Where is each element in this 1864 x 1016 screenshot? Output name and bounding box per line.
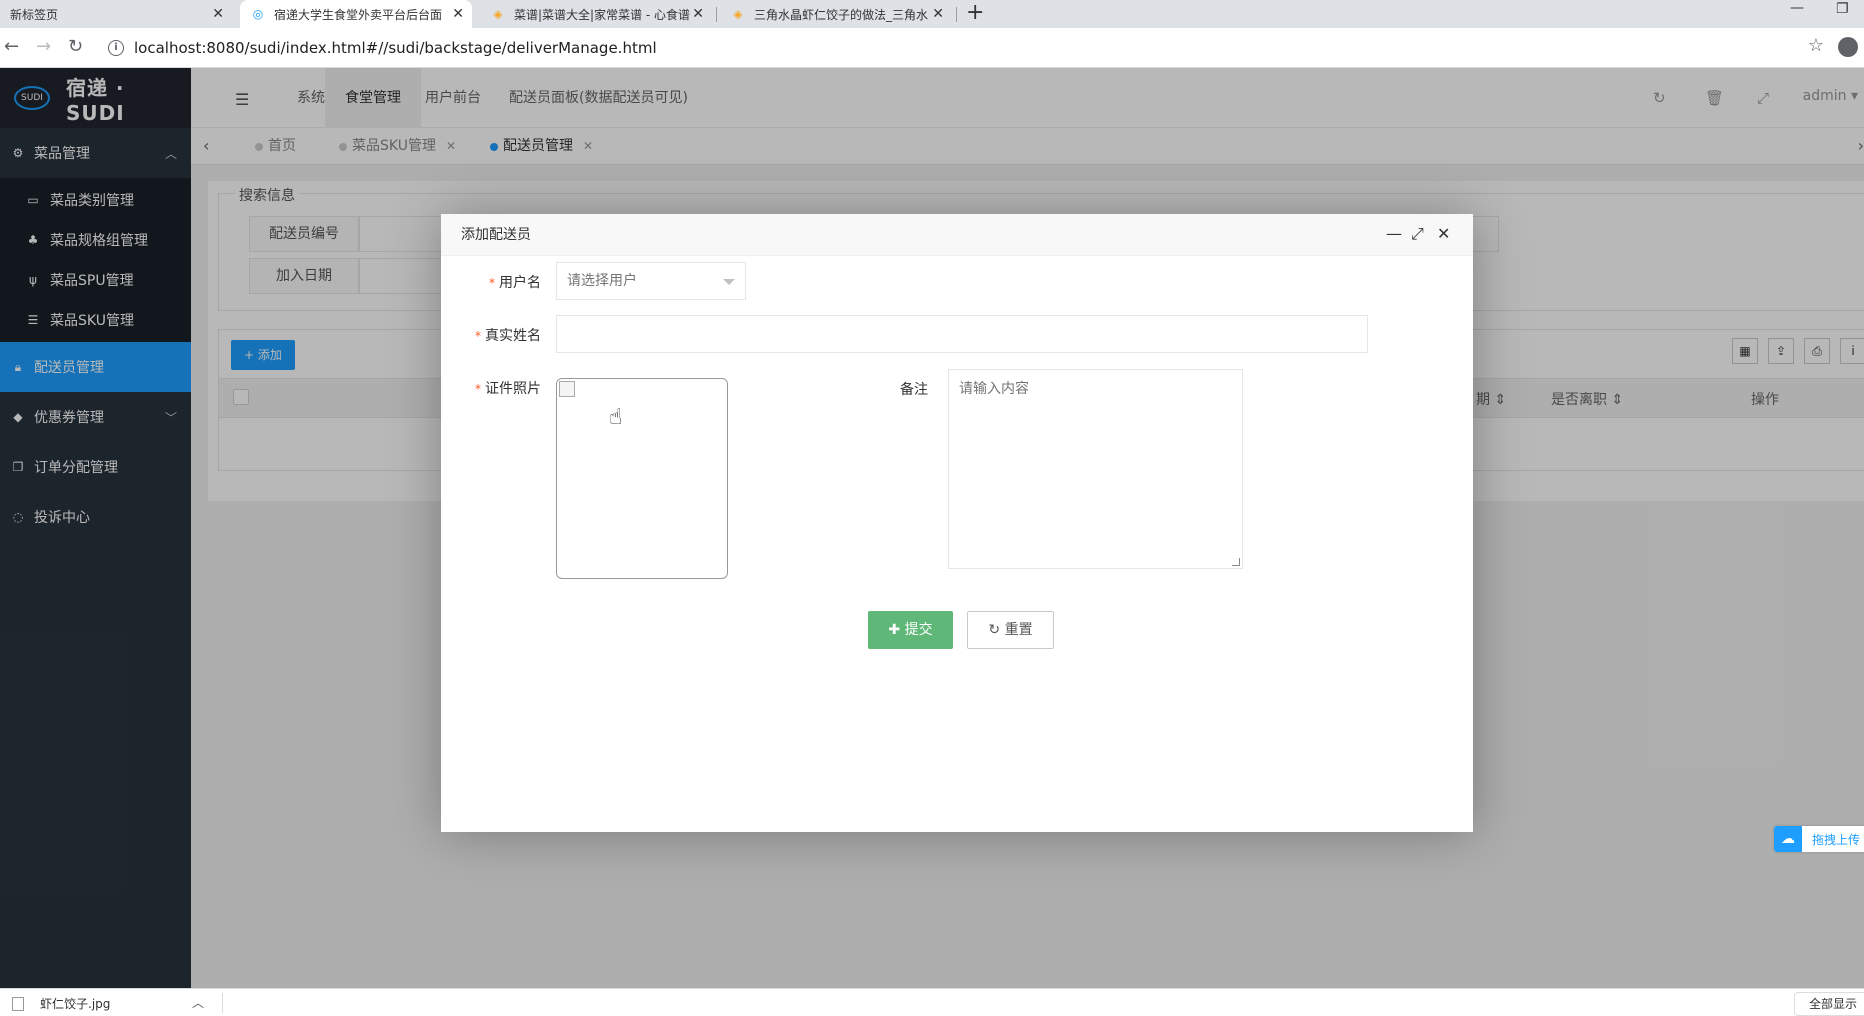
browser-tab-title: 新标签页 <box>10 7 59 22</box>
select-placeholder: 请选择用户 <box>567 273 637 289</box>
hand-cursor-icon: ☝ <box>609 405 623 430</box>
dialog-title: 添加配送员 <box>441 214 1473 256</box>
minimize-window-icon[interactable]: — <box>1790 0 1804 16</box>
reset-button[interactable]: ↻ 重置 <box>967 611 1054 649</box>
bookmark-star-icon[interactable]: ☆ <box>1808 35 1824 56</box>
drag-upload-widget[interactable]: ☁ 拖拽上传 <box>1774 826 1864 852</box>
close-icon[interactable]: ✕ <box>1437 224 1450 243</box>
site-icon: ◈ <box>493 7 503 21</box>
reload-icon[interactable]: ↻ <box>68 36 83 57</box>
username-select[interactable]: 请选择用户 <box>556 262 746 300</box>
required-mark: * <box>489 276 495 290</box>
button-label: 提交 <box>904 622 933 638</box>
remark-label: 备注 <box>900 382 928 398</box>
browser-tab-title: 宿递大学生食堂外卖平台后台面板 <box>274 7 442 22</box>
browser-tab-title: 菜谱|菜谱大全|家常菜谱 - 心食谱 <box>514 7 691 22</box>
cloud-icon: ☁ <box>1774 826 1802 852</box>
browser-tab-active[interactable]: ◎ 宿递大学生食堂外卖平台后台面板 ✕ <box>240 0 472 28</box>
minimize-icon[interactable]: — <box>1386 224 1402 243</box>
download-filename: 虾仁饺子.jpg <box>40 997 111 1011</box>
url-text: localhost:8080/sudi/index.html#//sudi/ba… <box>134 39 657 57</box>
profile-avatar-icon[interactable] <box>1838 37 1858 57</box>
download-item[interactable]: 虾仁饺子.jpg <box>12 995 110 1012</box>
remark-textarea[interactable]: 请输入内容 <box>948 369 1243 569</box>
resize-grip-icon[interactable] <box>1232 558 1240 566</box>
chevron-down-icon <box>723 279 735 285</box>
browser-tab-title: 三角水晶虾仁饺子的做法_三角水 <box>754 7 929 22</box>
label-text: 证件照片 <box>485 381 541 397</box>
tab-separator <box>956 7 957 22</box>
close-tab-icon[interactable]: ✕ <box>212 6 224 22</box>
browser-tab[interactable]: ◈ 菜谱|菜谱大全|家常菜谱 - 心食谱 ✕ <box>480 0 712 28</box>
browser-tab[interactable]: 新标签页 ✕ <box>0 0 232 28</box>
realname-label: * 真实姓名 <box>461 325 541 345</box>
back-icon[interactable]: ← <box>4 36 19 57</box>
download-bar: 虾仁饺子.jpg ︿ 全部显示 <box>0 988 1864 1016</box>
address-bar[interactable]: i localhost:8080/sudi/index.html#//sudi/… <box>100 33 1810 63</box>
browser-tab-strip: 新标签页 ✕ ◎ 宿递大学生食堂外卖平台后台面板 ✕ ◈ 菜谱|菜谱大全|家常菜… <box>0 0 1864 28</box>
photo-upload-area[interactable]: ☝ <box>556 378 728 579</box>
site-icon: ◎ <box>252 7 264 21</box>
restore-window-icon[interactable]: ❐ <box>1836 1 1849 17</box>
tab-separator <box>716 7 717 22</box>
chevron-up-icon[interactable]: ︿ <box>192 994 204 1011</box>
required-mark: * <box>475 382 481 396</box>
close-tab-icon[interactable]: ✕ <box>452 6 464 22</box>
upload-label: 拖拽上传 <box>1812 832 1861 847</box>
username-label: * 用户名 <box>481 272 541 292</box>
add-deliverer-dialog: 添加配送员 — ⤢ ✕ * 用户名 请选择用户 * 真实姓名 * 证件照片 ☝ 备注 … <box>441 214 1473 832</box>
photo-label: * 证件照片 <box>461 378 541 398</box>
browser-toolbar: ← → ↻ i localhost:8080/sudi/index.html#/… <box>0 28 1864 68</box>
new-tab-icon[interactable]: + <box>966 0 984 26</box>
textarea-placeholder: 请输入内容 <box>959 381 1029 397</box>
maximize-icon[interactable]: ⤢ <box>1411 224 1424 244</box>
forward-icon[interactable]: → <box>36 36 51 57</box>
info-icon[interactable]: i <box>108 40 124 56</box>
required-mark: * <box>475 329 481 343</box>
realname-input[interactable] <box>556 315 1368 353</box>
site-icon: ◈ <box>733 7 743 21</box>
close-tab-icon[interactable]: ✕ <box>692 6 704 22</box>
submit-button[interactable]: ✚ 提交 <box>868 611 953 649</box>
file-icon <box>12 996 24 1011</box>
broken-image-icon <box>559 381 575 397</box>
button-label: 重置 <box>1004 622 1033 638</box>
browser-tab[interactable]: ◈ 三角水晶虾仁饺子的做法_三角水 ✕ <box>720 0 952 28</box>
show-all-button[interactable]: 全部显示 <box>1793 992 1864 1016</box>
divider <box>222 993 223 1013</box>
label-text: 用户名 <box>499 275 541 291</box>
close-tab-icon[interactable]: ✕ <box>932 6 944 22</box>
label-text: 真实姓名 <box>485 328 541 344</box>
